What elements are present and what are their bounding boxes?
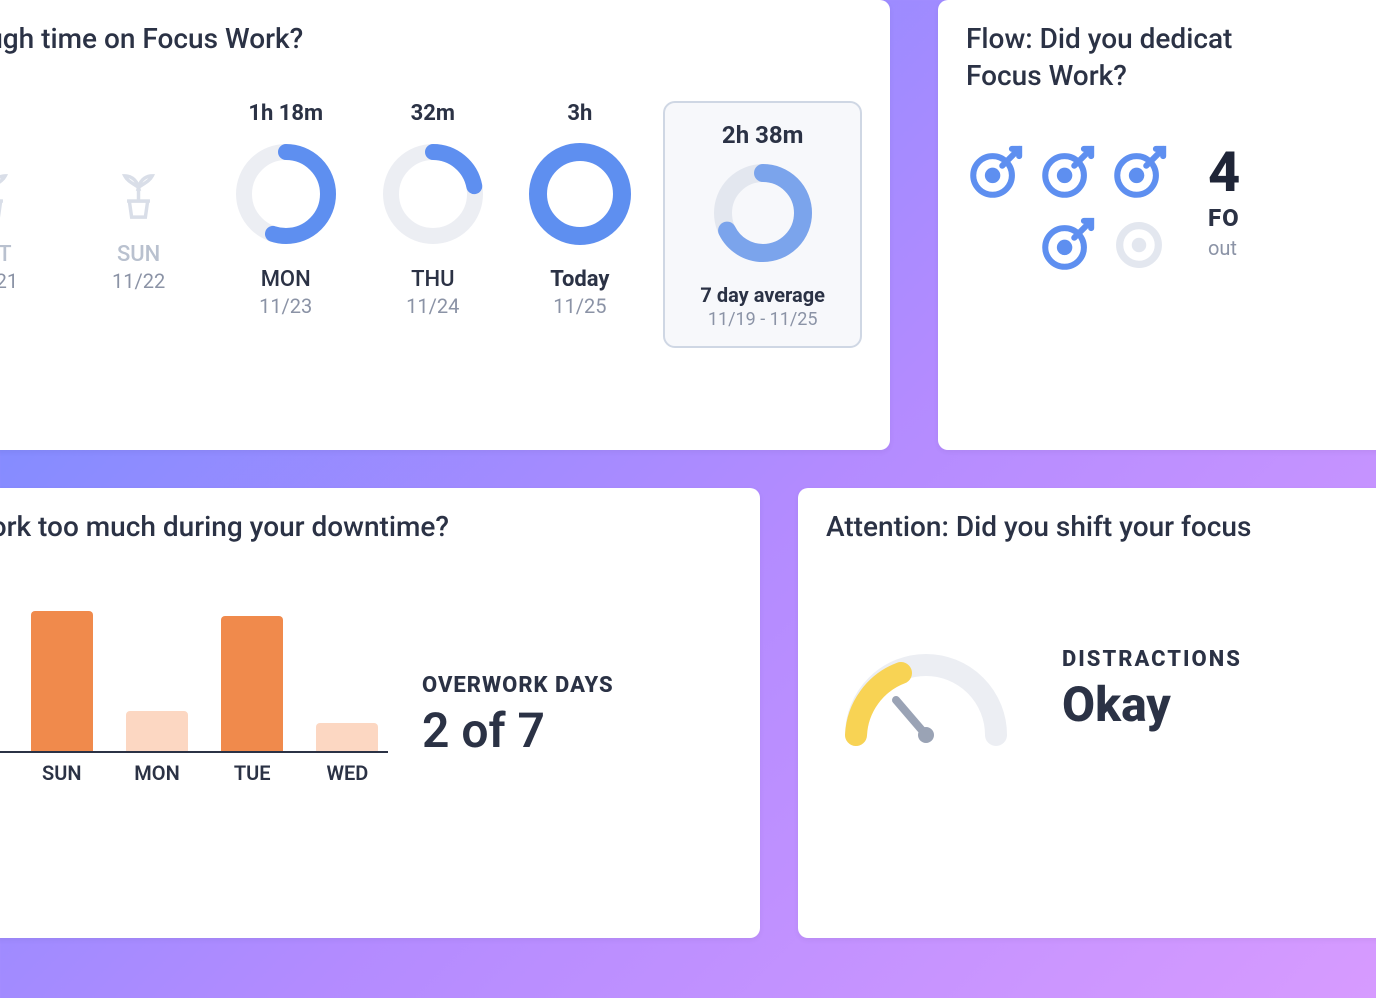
flow-metric: 4 FO out	[1208, 144, 1240, 280]
flow-metric-number: 4	[1208, 144, 1240, 200]
plant-icon	[0, 169, 19, 224]
overwork-bar[interactable]	[212, 616, 293, 751]
focus-average-range: 11/19 - 11/25	[708, 309, 818, 330]
focus-day-sun[interactable]: SUN 11/22	[65, 101, 212, 293]
focus-average-box[interactable]: 2h 38m 7 day average 11/19 - 11/25	[663, 101, 862, 348]
focus-day-name: SUN	[117, 242, 160, 267]
overwork-bar[interactable]	[0, 721, 7, 751]
overwork-bar[interactable]	[116, 711, 197, 751]
target-icon	[1110, 144, 1168, 202]
attention-value: Okay	[1062, 676, 1242, 733]
flow-metric-of: out	[1208, 236, 1240, 260]
overwork-bar-label: MON	[116, 761, 197, 785]
overwork-metric: OVERWORK DAYS 2 of 7	[388, 673, 614, 759]
overwork-value: 2 of 7	[422, 702, 614, 759]
target-icon	[966, 144, 1024, 202]
bar-icon	[221, 616, 283, 751]
focus-day-time: 32m	[411, 101, 455, 131]
attention-card: Attention: Did you shift your focus DIST…	[798, 488, 1376, 938]
chart-axis	[0, 751, 388, 753]
target-icon	[1038, 216, 1096, 274]
flow-targets-grid	[966, 144, 1174, 280]
focus-day-name: THU	[411, 267, 454, 292]
plant-icon	[111, 169, 166, 224]
focus-day-name: SAT	[0, 242, 12, 267]
overwork-caption: OVERWORK DAYS	[422, 673, 614, 698]
focus-ring-icon	[231, 139, 341, 249]
focus-day-sat[interactable]: SAT 11/21	[0, 101, 65, 293]
overwork-card-title: you work too much during your downtime?	[0, 510, 732, 543]
focus-day-time: 3h	[567, 101, 592, 131]
focus-card: d enough time on Focus Work? SAT 11/21	[0, 0, 890, 450]
attention-caption: DISTRACTIONS	[1062, 647, 1242, 672]
focus-average-label: 7 day average	[700, 283, 825, 307]
target-empty-icon	[1110, 216, 1168, 274]
focus-day-date: 11/22	[112, 269, 165, 293]
focus-days-row: SAT 11/21 SUN 11/22 1h 18m	[0, 65, 862, 348]
overwork-bar[interactable]	[21, 611, 102, 751]
overwork-bar-chart: SAT SUN MON TUE WED	[0, 601, 388, 831]
focus-card-title: d enough time on Focus Work?	[0, 22, 862, 55]
flow-metric-label: FO	[1208, 204, 1240, 232]
focus-day-name: MON	[261, 267, 311, 292]
attention-metric: DISTRACTIONS Okay	[1062, 647, 1242, 733]
target-icon	[1038, 144, 1096, 202]
focus-day-mon[interactable]: 1h 18m MON 11/23	[212, 101, 359, 318]
overwork-bar-label: WED	[307, 761, 388, 785]
focus-day-date: 11/21	[0, 269, 18, 293]
overwork-bar-label: SAT	[0, 761, 7, 785]
focus-day-date: 11/24	[406, 294, 459, 318]
flow-card-subtitle: Focus Work?	[966, 59, 1376, 92]
focus-day-thu[interactable]: 32m THU 11/24	[359, 101, 506, 318]
focus-ring-icon	[378, 139, 488, 249]
bar-icon	[126, 711, 188, 751]
focus-day-date: 11/25	[553, 294, 606, 318]
bar-icon	[316, 723, 378, 751]
distraction-gauge-icon	[826, 625, 1026, 755]
focus-day-name: Today	[550, 267, 609, 292]
focus-day-today[interactable]: 3h Today 11/25	[506, 101, 653, 318]
overwork-bar[interactable]	[307, 723, 388, 751]
focus-day-time: 1h 18m	[248, 101, 323, 131]
attention-card-title: Attention: Did you shift your focus	[826, 510, 1376, 543]
focus-average-time: 2h 38m	[722, 121, 804, 149]
overwork-bar-label: TUE	[212, 761, 293, 785]
focus-day-date: 11/23	[259, 294, 312, 318]
flow-card-title: Flow: Did you dedicat	[966, 22, 1376, 55]
focus-average-ring-icon	[707, 157, 819, 269]
overwork-bar-label: SUN	[21, 761, 102, 785]
bar-icon	[31, 611, 93, 751]
focus-ring-icon	[525, 139, 635, 249]
flow-card: Flow: Did you dedicat Focus Work? 4 FO o	[938, 0, 1376, 450]
overwork-card: you work too much during your downtime? …	[0, 488, 760, 938]
